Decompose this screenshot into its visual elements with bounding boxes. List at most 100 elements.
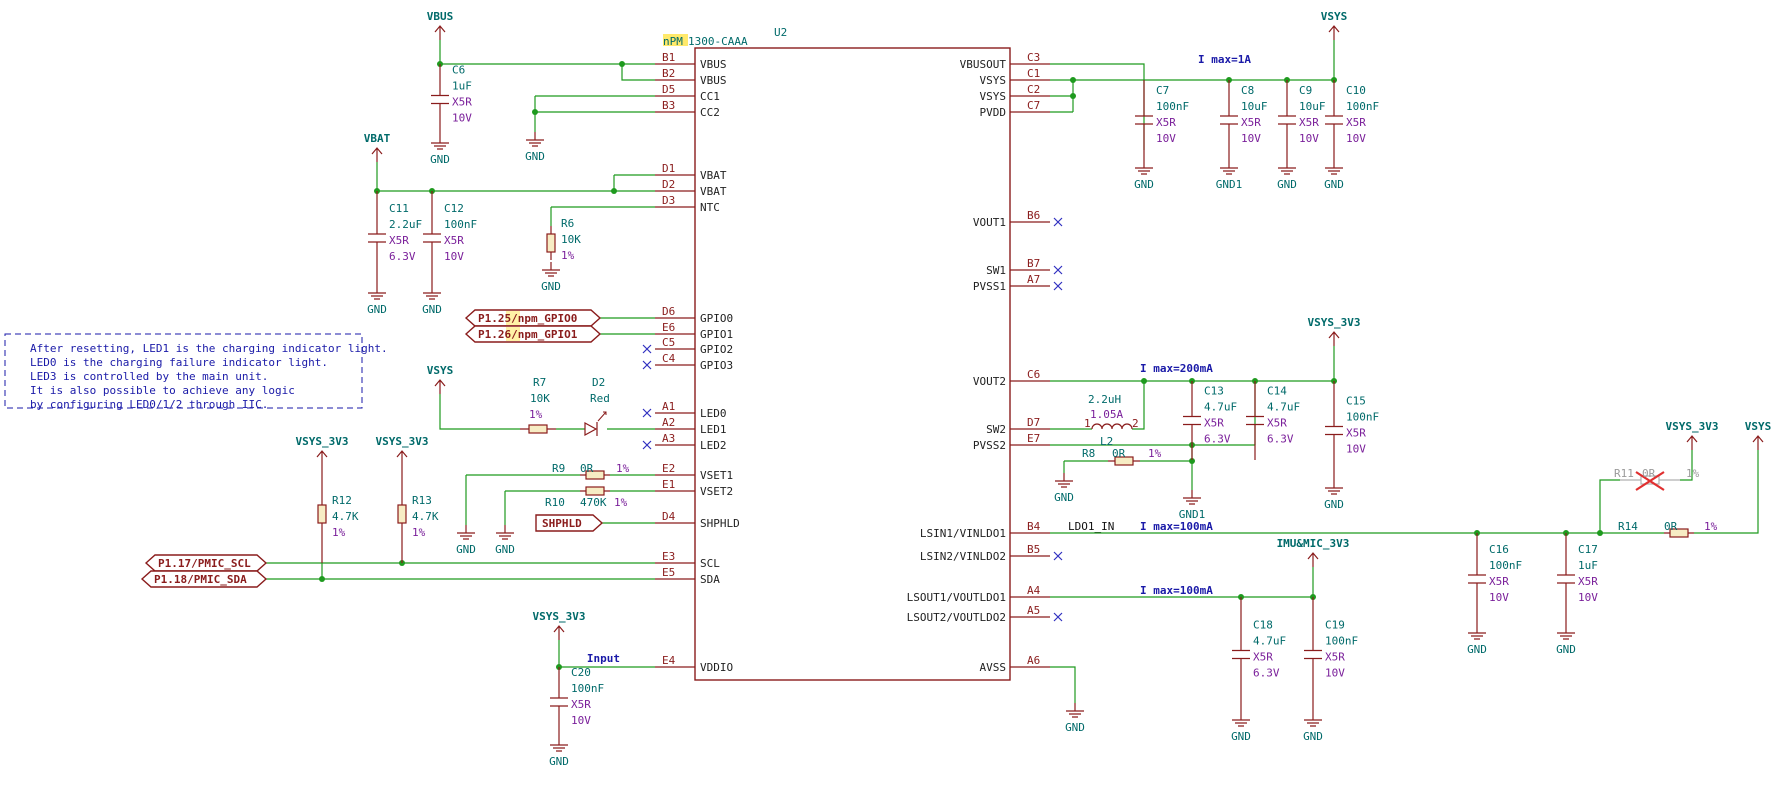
ic-pin-name: LSIN2/VINLDO2	[920, 550, 1006, 563]
ic-pin-number: C6	[1027, 368, 1040, 381]
ground-symbol	[1055, 473, 1073, 488]
ic-pin-number: C7	[1027, 99, 1040, 112]
ic-pin-number: E4	[662, 654, 676, 667]
capacitor-ref: C6	[452, 64, 465, 77]
r9-tolerance: 1%	[616, 462, 630, 475]
wire	[439, 394, 520, 430]
power-arrow-symbol	[396, 450, 408, 465]
ic-pin-name: VSYS	[980, 90, 1007, 103]
ground-label: GND	[549, 755, 569, 768]
capacitor-value: 100nF	[1346, 411, 1379, 424]
junction-dot	[611, 188, 617, 194]
ground-symbol	[1557, 625, 1575, 640]
junction-dot	[619, 61, 625, 67]
capacitor-value: 100nF	[571, 682, 604, 695]
capacitor-ref: C20	[571, 666, 591, 679]
ic-pin-name: AVSS	[980, 661, 1007, 674]
ic-pin-name: GPIO0	[700, 312, 733, 325]
power-arrow-symbol	[434, 25, 446, 40]
r6-value: 10K	[561, 233, 581, 246]
ic-pin-name: VSET2	[700, 485, 733, 498]
ground-label: GND	[525, 150, 545, 163]
power-arrow-symbol	[434, 379, 446, 394]
power-arrow-symbol	[1307, 552, 1319, 567]
ic-pin-number: E6	[662, 321, 675, 334]
ic-pin-name: LSOUT2/VOUTLDO2	[907, 611, 1006, 624]
capacitor-dielectric: X5R	[452, 96, 472, 109]
comment-line: LED0 is the charging failure indicator l…	[30, 356, 328, 369]
imax-200ma-note: I max=200mA	[1140, 362, 1213, 375]
capacitor-ref: C11	[389, 202, 409, 215]
ic-pin-name: GPIO1	[700, 328, 733, 341]
led-arrow	[597, 411, 607, 422]
ground-symbol	[1232, 712, 1250, 727]
ic-pin-name: PVDD	[980, 106, 1007, 119]
ic-pin-name: VOUT1	[973, 216, 1006, 229]
r8-tolerance: 1%	[1148, 447, 1162, 460]
ic-pin-number: B6	[1027, 209, 1040, 222]
capacitor-dielectric: X5R	[1253, 651, 1273, 664]
capacitor-value: 4.7uF	[1204, 401, 1237, 414]
r10-value: 470K	[580, 496, 607, 509]
ground-symbol	[1183, 490, 1201, 505]
capacitor-ref: C16	[1489, 543, 1509, 556]
capacitor-value: 100nF	[1489, 559, 1522, 572]
ic-pin-name: VBAT	[700, 169, 727, 182]
capacitor-dielectric: X5R	[1346, 427, 1366, 440]
ground-symbol	[457, 525, 475, 540]
r12-ref: R12	[332, 494, 352, 507]
ground-label: GND	[456, 543, 476, 556]
ic-pin-number: C2	[1027, 83, 1040, 96]
ic-pin-name: GPIO2	[700, 343, 733, 356]
resistor-body	[397, 504, 407, 524]
wire	[439, 40, 655, 65]
ic-pin-number: A2	[662, 416, 675, 429]
ic-pin-number: C5	[662, 336, 675, 349]
l2-pin-2: 2	[1132, 417, 1139, 430]
ground-label: GND	[1467, 643, 1487, 656]
ground-label: GND	[1065, 721, 1085, 734]
ic-pin-number: B1	[662, 51, 675, 64]
power-label: VSYS_3V3	[376, 435, 429, 448]
r14-value: 0R	[1664, 520, 1678, 533]
ground-label: GND	[430, 153, 450, 166]
capacitor-dielectric: X5R	[1346, 116, 1366, 129]
capacitor	[1557, 533, 1575, 625]
wire	[621, 64, 655, 81]
ic-pin-name: SHPHLD	[700, 517, 740, 530]
l2-current: 1.05A	[1090, 408, 1123, 421]
global-label: P1.18/PMIC_SDA	[154, 573, 247, 586]
r14-tolerance: 1%	[1704, 520, 1718, 533]
capacitor-value: 4.7uF	[1267, 401, 1300, 414]
r11-tolerance: 1%	[1686, 467, 1700, 480]
ground-symbol	[1066, 703, 1084, 718]
r13-ref: R13	[412, 494, 432, 507]
schematic-canvas: U2 nPM 1300-CAAA B1 VBUS B2 VBUS D5 CC1 B3 CC2 D1 VB…	[4, 10, 1771, 768]
ic-pin-number: A7	[1027, 273, 1040, 286]
capacitor	[1325, 80, 1343, 160]
power-label: VSYS_3V3	[533, 610, 586, 623]
capacitor-voltage: 10V	[1578, 591, 1598, 604]
ic-pin-name: PVSS1	[973, 280, 1006, 293]
r13-tolerance: 1%	[412, 526, 426, 539]
resistor-body	[317, 504, 327, 524]
ic-pin-name: VBUS	[700, 74, 727, 87]
r9-ref: R9	[552, 462, 565, 475]
capacitor-voltage: 10V	[1241, 132, 1261, 145]
ic-value-prefix: nPM	[663, 35, 683, 48]
ground-label: GND	[1324, 498, 1344, 511]
ic-pin-number: A4	[1027, 584, 1041, 597]
capacitor-dielectric: X5R	[444, 234, 464, 247]
global-label: P1.25/npm_GPIO0	[478, 312, 577, 325]
r14-ref: R14	[1618, 520, 1638, 533]
power-label: VSYS_3V3	[1666, 420, 1719, 433]
ic-pin-number: D4	[662, 510, 676, 523]
ic-pin-name: LED0	[700, 407, 727, 420]
wire	[1050, 63, 1145, 150]
capacitor	[431, 64, 449, 135]
global-label: SHPHLD	[542, 517, 582, 530]
capacitor-voltage: 6.3V	[1267, 433, 1294, 446]
power-arrow-symbol	[1328, 25, 1340, 40]
capacitor-value: 10uF	[1241, 100, 1268, 113]
capacitor-voltage: 10V	[452, 112, 472, 125]
